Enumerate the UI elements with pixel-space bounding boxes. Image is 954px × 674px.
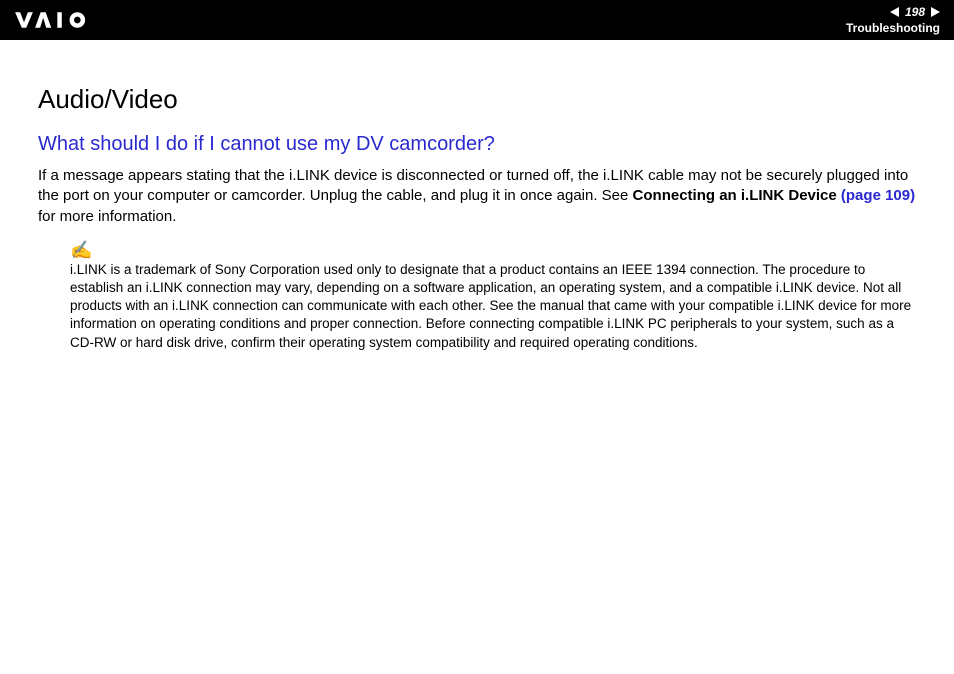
note-block: ✍ i.LINK is a trademark of Sony Corporat…	[70, 241, 916, 352]
page-title: Audio/Video	[38, 84, 916, 115]
page-reference-link[interactable]: (page 109)	[837, 187, 915, 204]
page-content: Audio/Video What should I do if I cannot…	[0, 40, 954, 352]
body-paragraph: If a message appears stating that the i.…	[38, 166, 916, 227]
header-bar: 198 Troubleshooting	[0, 0, 954, 40]
question-heading: What should I do if I cannot use my DV c…	[38, 133, 916, 156]
page-number: 198	[905, 5, 925, 19]
note-text: i.LINK is a trademark of Sony Corporatio…	[70, 261, 916, 352]
page-navigator: 198	[846, 5, 940, 19]
body-text-post: for more information.	[38, 208, 176, 225]
body-text-bold: Connecting an i.LINK Device	[633, 187, 837, 204]
vaio-logo	[14, 10, 114, 30]
header-right: 198 Troubleshooting	[846, 5, 940, 35]
note-icon: ✍	[70, 241, 916, 259]
prev-page-arrow-icon[interactable]	[890, 7, 899, 17]
next-page-arrow-icon[interactable]	[931, 7, 940, 17]
section-label: Troubleshooting	[846, 21, 940, 35]
